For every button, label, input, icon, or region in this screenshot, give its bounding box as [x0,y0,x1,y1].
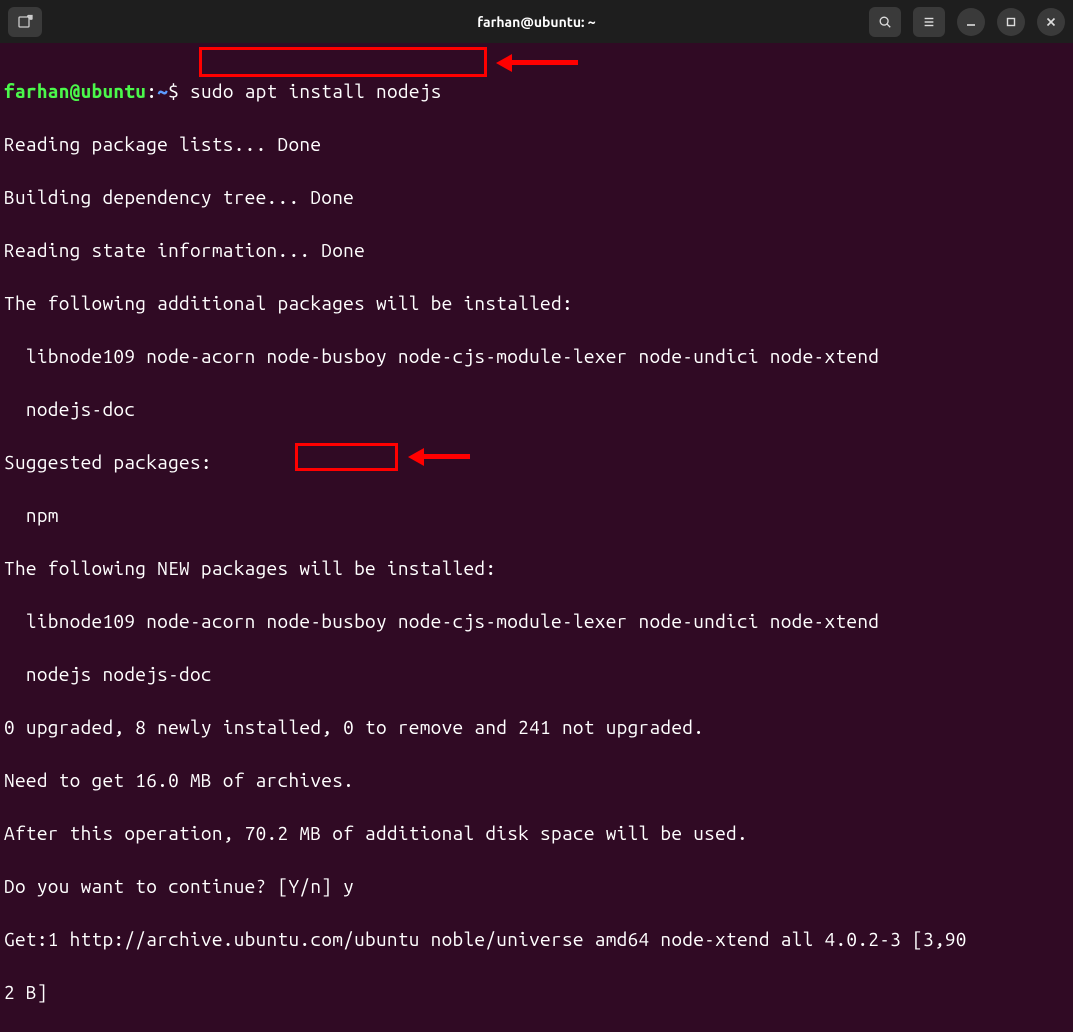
command-text: sudo apt install nodejs [190,80,442,102]
close-icon [1044,15,1058,29]
maximize-button[interactable] [997,8,1025,36]
maximize-icon [1004,15,1018,29]
prompt-dollar: $ [168,80,190,102]
output-line: Suggested packages: [4,449,1073,476]
terminal-output[interactable]: farhan@ubuntu:~$ sudo apt install nodejs… [0,43,1073,1032]
output-line: nodejs-doc [4,396,1073,423]
output-line: Reading package lists... Done [4,131,1073,158]
prompt-path: ~ [157,80,168,102]
output-line: 2 B] [4,979,1073,1006]
prompt-user-host: farhan@ubuntu [4,80,146,102]
window-controls [869,7,1065,37]
search-icon [878,15,892,29]
new-tab-button[interactable] [8,7,42,37]
output-line: The following NEW packages will be insta… [4,555,1073,582]
output-line: libnode109 node-acorn node-busboy node-c… [4,608,1073,635]
new-tab-icon [17,14,33,30]
minimize-icon [964,15,978,29]
titlebar: farhan@ubuntu: ~ [0,0,1073,43]
output-line: Need to get 16.0 MB of archives. [4,767,1073,794]
output-line: The following additional packages will b… [4,290,1073,317]
prompt-sep: : [146,80,157,102]
output-line: Do you want to continue? [Y/n] y [4,873,1073,900]
output-line: Get:1 http://archive.ubuntu.com/ubuntu n… [4,926,1073,953]
prompt-line: farhan@ubuntu:~$ sudo apt install nodejs [4,78,1073,105]
window-title: farhan@ubuntu: ~ [477,14,595,30]
output-line: After this operation, 70.2 MB of additio… [4,820,1073,847]
output-line: nodejs nodejs-doc [4,661,1073,688]
minimize-button[interactable] [957,8,985,36]
output-line: 0 upgraded, 8 newly installed, 0 to remo… [4,714,1073,741]
output-line: libnode109 node-acorn node-busboy node-c… [4,343,1073,370]
output-line: Building dependency tree... Done [4,184,1073,211]
search-button[interactable] [869,7,901,37]
output-line: npm [4,502,1073,529]
menu-button[interactable] [913,7,945,37]
output-line: Reading state information... Done [4,237,1073,264]
hamburger-icon [922,15,936,29]
close-button[interactable] [1037,8,1065,36]
